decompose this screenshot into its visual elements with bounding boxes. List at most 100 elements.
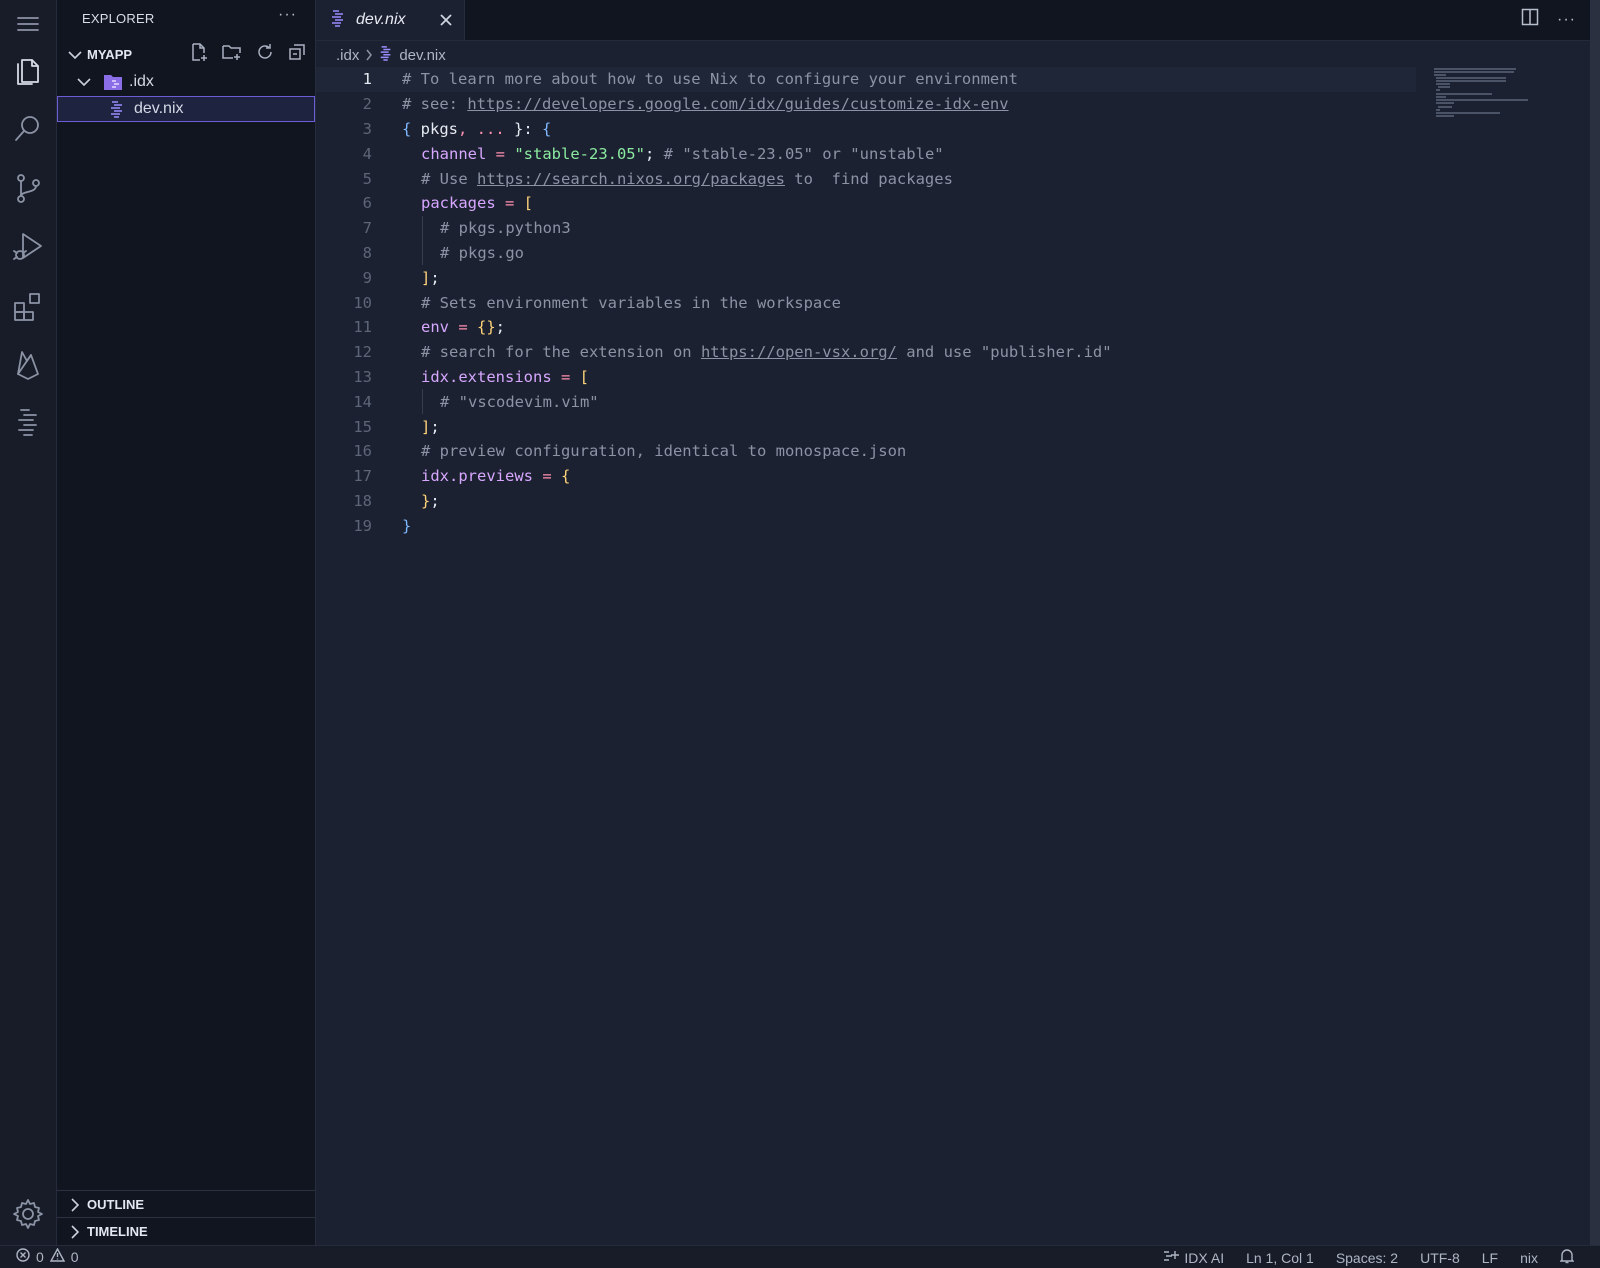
line-number: 2 xyxy=(362,95,372,114)
line-number: 5 xyxy=(362,169,372,188)
collapse-all-icon[interactable] xyxy=(287,42,307,67)
tab-dev-nix[interactable]: dev.nix xyxy=(316,0,465,40)
warning-count: 0 xyxy=(70,1248,79,1265)
gear-icon[interactable] xyxy=(0,1190,56,1238)
brace: }: xyxy=(504,119,543,138)
run-debug-icon[interactable] xyxy=(0,222,56,270)
code-line: 4 channel = "stable-23.05"; # "stable-23… xyxy=(316,141,1416,166)
line-number: 18 xyxy=(353,491,372,510)
vertical-scrollbar[interactable] xyxy=(1590,0,1600,1245)
chevron-down-icon xyxy=(63,50,87,60)
code-line: 14 # "vscodevim.vim" xyxy=(316,389,1416,415)
explorer-sidebar: EXPLORER ··· MYAPP .idx dev.nix OUTLINE … xyxy=(57,0,316,1245)
code-line: 8 # pkgs.go xyxy=(316,240,1416,266)
encoding[interactable]: UTF-8 xyxy=(1420,1250,1460,1266)
idx-ai-button[interactable]: IDX AI xyxy=(1163,1249,1224,1266)
editor-more-button[interactable]: ··· xyxy=(1557,11,1576,29)
code-line: 7 # pkgs.python3 xyxy=(316,215,1416,241)
cursor-position[interactable]: Ln 1, Col 1 xyxy=(1246,1250,1314,1266)
attr-key: idx.previews xyxy=(421,467,533,486)
folder-label: .idx xyxy=(129,73,154,90)
code-line: 12 # search for the extension on https:/… xyxy=(316,340,1416,365)
bracket: [ xyxy=(579,367,589,386)
line-number: 1 xyxy=(362,70,372,89)
error-count: 0 xyxy=(36,1248,44,1265)
minimap[interactable] xyxy=(1434,66,1534,126)
brace: {} xyxy=(477,318,496,337)
tree-folder-idx[interactable]: .idx xyxy=(57,69,315,95)
line-number: 15 xyxy=(353,417,372,436)
sidebar-more-button[interactable]: ··· xyxy=(278,6,297,24)
source-control-icon[interactable] xyxy=(0,164,56,212)
comment: # preview configuration, identical to mo… xyxy=(421,442,907,461)
code-line: 18 }; xyxy=(316,489,1416,514)
operator: = xyxy=(449,318,477,337)
semicolon: ; xyxy=(495,318,506,337)
attr-key: idx.extensions xyxy=(421,367,552,386)
tree-file-dev-nix[interactable]: dev.nix xyxy=(57,96,315,122)
line-number: 13 xyxy=(353,367,372,386)
semicolon: ; xyxy=(430,417,440,436)
extensions-icon[interactable] xyxy=(0,282,56,330)
idx-icon[interactable] xyxy=(0,398,56,446)
comment: # pkgs.python3 xyxy=(440,219,571,238)
param: pkgs xyxy=(411,119,459,138)
code-line: 6 packages = [ xyxy=(316,191,1416,216)
nix-file-icon xyxy=(330,9,346,32)
ellipsis: , ... xyxy=(458,119,505,138)
operator: = xyxy=(495,194,524,213)
comment: to find packages xyxy=(784,169,953,188)
refresh-icon[interactable] xyxy=(255,42,275,67)
line-ending[interactable]: LF xyxy=(1482,1250,1498,1266)
code-line: 9 ]; xyxy=(316,265,1416,290)
brace: { xyxy=(560,467,571,486)
timeline-section-header[interactable]: TIMELINE xyxy=(57,1217,315,1245)
line-number: 6 xyxy=(362,194,372,213)
line-number: 12 xyxy=(353,343,372,362)
menu-icon[interactable] xyxy=(0,0,56,48)
chevron-right-icon xyxy=(63,1224,87,1239)
bell-icon[interactable] xyxy=(1559,1248,1575,1267)
code-line: 19 } xyxy=(316,513,1416,538)
problems-indicator[interactable]: 0 0 xyxy=(16,1247,79,1265)
breadcrumb-folder[interactable]: .idx xyxy=(336,47,359,64)
line-number: 3 xyxy=(362,119,372,138)
new-file-icon[interactable] xyxy=(189,42,209,67)
nix-file-icon xyxy=(109,100,125,118)
code-line: 2 # see: https://developers.google.com/i… xyxy=(316,92,1416,117)
language-mode[interactable]: nix xyxy=(1520,1250,1538,1266)
folder-icon xyxy=(103,73,123,91)
string: "stable-23.05" xyxy=(514,144,645,163)
attr-key: env xyxy=(421,318,449,337)
comment: # Use xyxy=(421,169,477,188)
search-icon[interactable] xyxy=(0,104,56,152)
explorer-icon[interactable] xyxy=(0,46,56,94)
idx-ai-label: IDX AI xyxy=(1184,1249,1225,1266)
new-folder-icon[interactable] xyxy=(221,42,243,67)
code-line: 10 # Sets environment variables in the w… xyxy=(316,290,1416,315)
breadcrumb-file[interactable]: dev.nix xyxy=(399,47,445,64)
file-label: dev.nix xyxy=(134,100,184,117)
operator: = xyxy=(486,144,515,163)
comment: # Sets environment variables in the work… xyxy=(421,293,841,312)
line-number: 11 xyxy=(353,318,372,337)
comment: # "vscodevim.vim" xyxy=(440,392,599,411)
split-editor-icon[interactable] xyxy=(1521,8,1539,31)
project-section-header[interactable]: MYAPP xyxy=(57,41,315,68)
breadcrumb: .idx dev.nix xyxy=(336,44,446,66)
open-vsx-link[interactable]: https://open-vsx.org/ xyxy=(701,343,897,361)
chevron-right-icon xyxy=(366,49,373,61)
packages-link[interactable]: https://search.nixos.org/packages xyxy=(477,170,785,188)
attr-key: packages xyxy=(421,194,496,213)
doc-link[interactable]: https://developers.google.com/idx/guides… xyxy=(467,95,1008,113)
code-line: 17 idx.previews = { xyxy=(316,464,1416,489)
line-number: 9 xyxy=(362,268,372,287)
indentation[interactable]: Spaces: 2 xyxy=(1336,1250,1398,1266)
tab-bar: dev.nix ··· xyxy=(316,0,1590,41)
close-icon[interactable] xyxy=(436,10,456,30)
line-number: 17 xyxy=(353,467,372,486)
comment: # "stable-23.05" or "unstable" xyxy=(663,144,944,163)
firebase-icon[interactable] xyxy=(0,340,56,388)
line-number: 7 xyxy=(362,219,372,238)
outline-section-header[interactable]: OUTLINE xyxy=(57,1190,315,1218)
